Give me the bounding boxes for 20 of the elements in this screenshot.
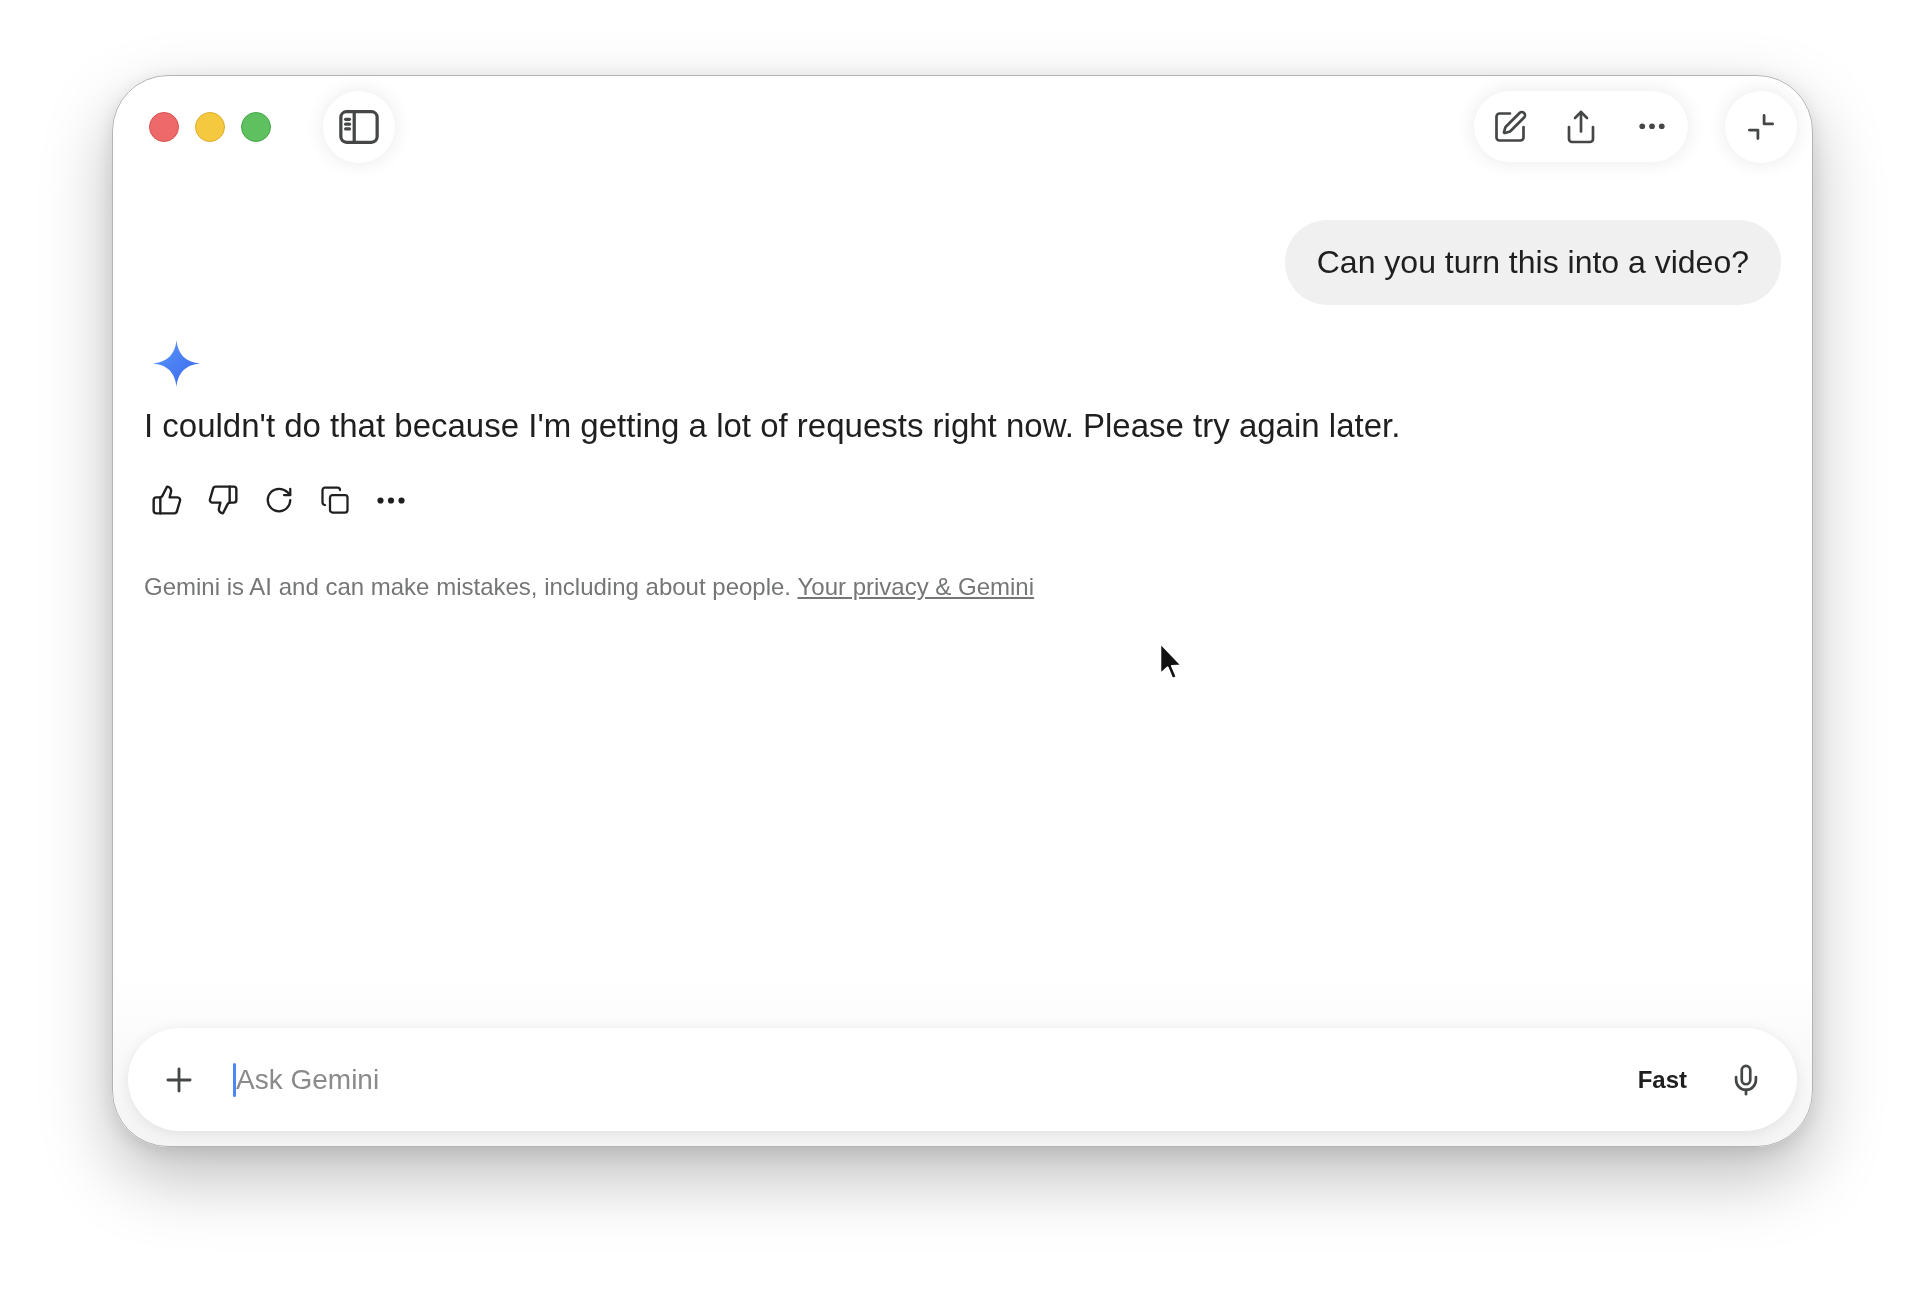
refresh-icon — [264, 485, 294, 515]
mouse-pointer-icon — [1159, 642, 1183, 680]
close-button[interactable] — [149, 111, 179, 142]
privacy-link[interactable]: Your privacy & Gemini — [797, 573, 1035, 600]
prompt-input[interactable]: Ask Gemini — [236, 1059, 1624, 1100]
sidebar-icon — [339, 109, 379, 144]
thumbs-down-icon — [207, 484, 239, 516]
prompt-bar[interactable]: Ask Gemini Fast — [128, 1028, 1797, 1131]
sparkle-icon — [153, 340, 200, 387]
maximize-button[interactable] — [241, 111, 271, 142]
more-icon — [1639, 123, 1666, 130]
collapse-icon — [1748, 113, 1774, 140]
text-caret-icon — [233, 1062, 236, 1097]
more-icon — [377, 496, 405, 504]
mode-button[interactable]: Fast — [1623, 1057, 1701, 1102]
copy-icon — [320, 485, 350, 515]
disclaimer-text: Gemini is AI and can make mistakes, including about people. Your privacy & Gemini — [144, 572, 1036, 602]
user-message: Can you turn this into a video? — [1284, 220, 1781, 305]
response-text: I couldn't do that because I'm getting a lot of requests right now. Please try again later. — [144, 406, 1402, 446]
thumbs-up-icon — [151, 484, 183, 516]
